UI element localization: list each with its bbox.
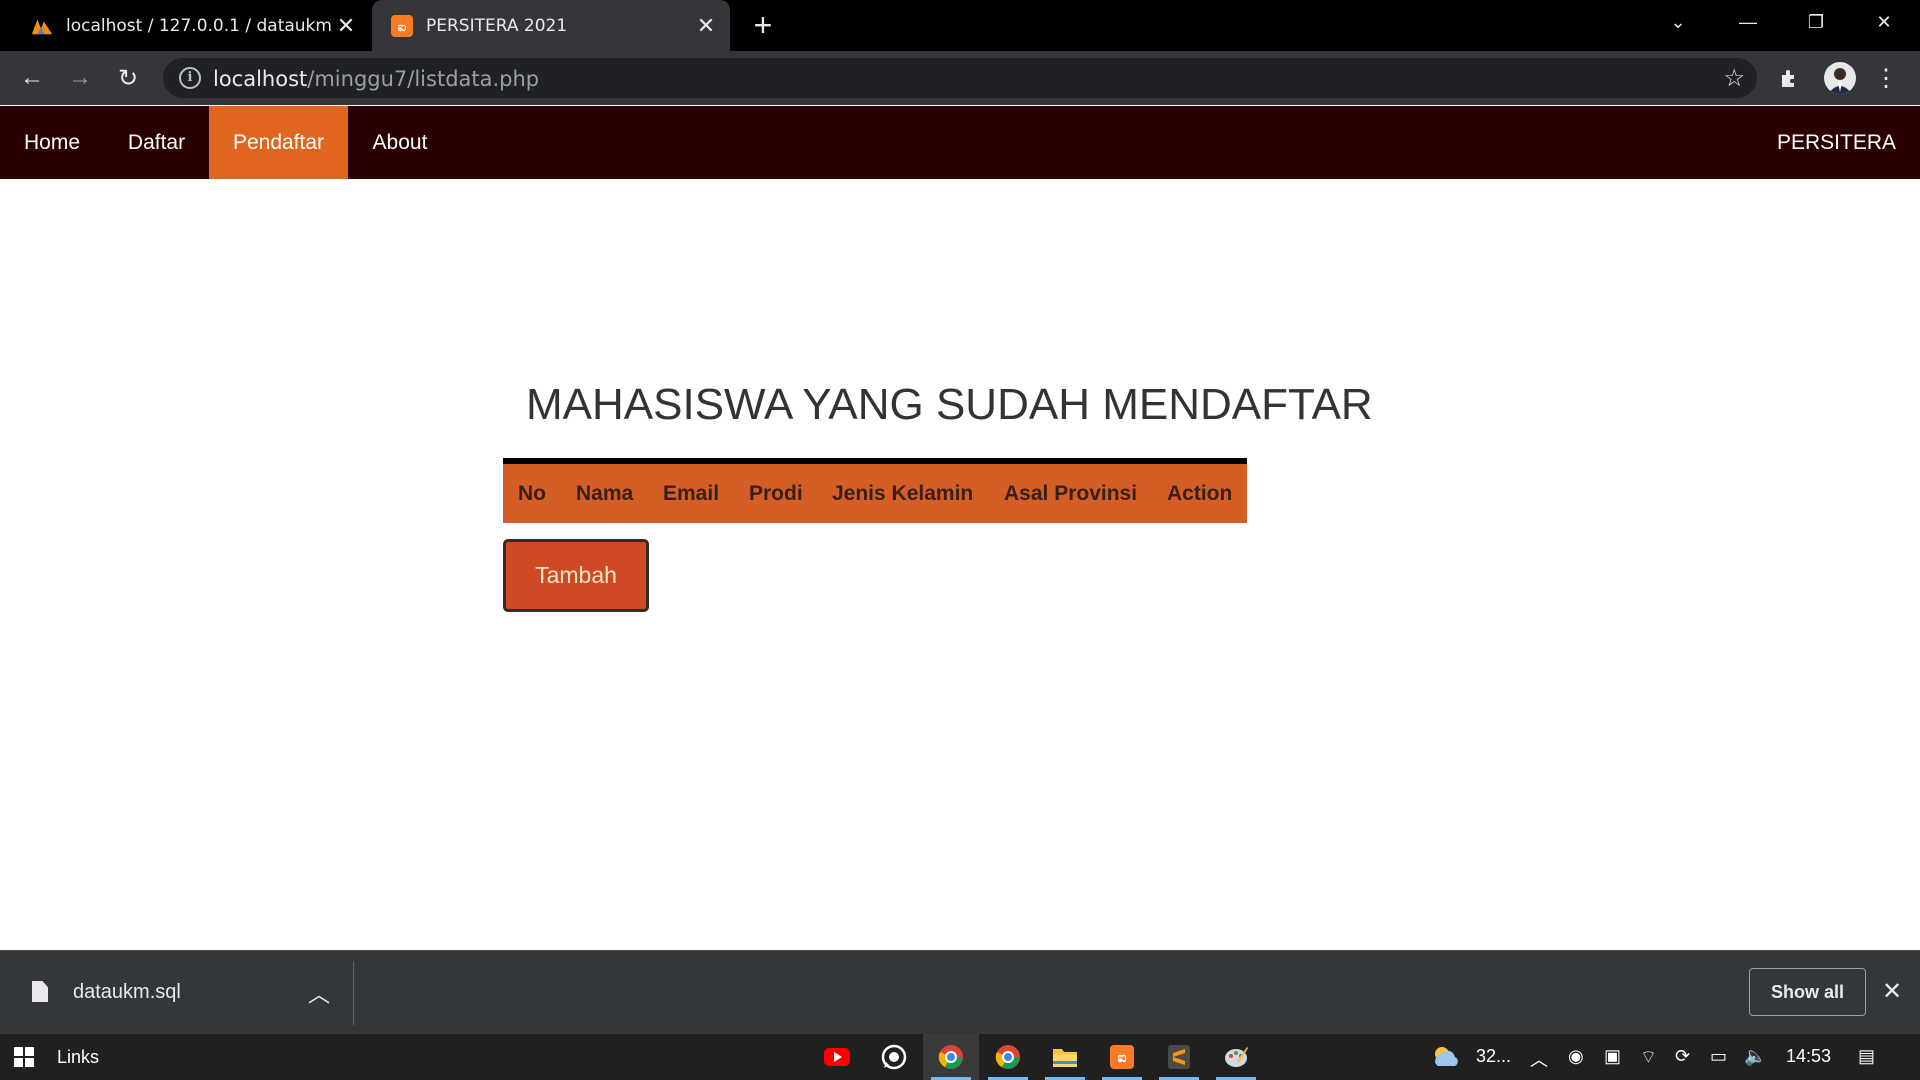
back-icon[interactable]: ← <box>14 60 50 96</box>
show-all-button[interactable]: Show all <box>1749 968 1866 1016</box>
update-icon[interactable]: ⟳ <box>1675 1046 1690 1067</box>
xampp-icon[interactable]: ಐ <box>1094 1034 1150 1080</box>
tab-phpmyadmin[interactable]: localhost / 127.0.0.1 / dataukm | ✕ <box>0 0 370 51</box>
browser-toolbar: ← → ↻ i localhost/minggu7/listdata.php ☆… <box>0 51 1920 105</box>
volume-icon[interactable]: 🔈 <box>1744 1046 1766 1067</box>
tab-title: localhost / 127.0.0.1 / dataukm | <box>66 15 334 36</box>
record-icon[interactable]: ◉ <box>1568 1046 1584 1067</box>
close-icon[interactable]: ✕ <box>694 13 718 38</box>
bookmark-star-icon[interactable]: ☆ <box>1723 64 1745 93</box>
column-header-no: No <box>518 482 546 505</box>
reload-icon[interactable]: ↻ <box>110 60 146 96</box>
nav-daftar[interactable]: Daftar <box>104 106 209 179</box>
close-icon[interactable]: ✕ <box>334 13 358 38</box>
file-icon <box>32 981 48 1002</box>
xampp-icon: ಐ <box>390 14 414 38</box>
svg-text:ಐ: ಐ <box>1117 1050 1126 1066</box>
page-title: MAHASISWA YANG SUDAH MENDAFTAR <box>526 380 1373 429</box>
close-icon[interactable]: ✕ <box>1882 977 1902 1006</box>
tab-persitera[interactable]: ಐ PERSITERA 2021 ✕ <box>372 0 730 51</box>
column-header-asal-provinsi: Asal Provinsi <box>1004 482 1138 505</box>
tab-title: PERSITERA 2021 <box>426 15 568 36</box>
shelf-divider <box>353 961 354 1025</box>
column-header-jenis-kelamin: Jenis Kelamin <box>832 482 974 505</box>
address-bar[interactable]: i localhost/minggu7/listdata.php ☆ <box>163 58 1757 98</box>
clock[interactable]: 14:53 <box>1786 1046 1831 1067</box>
paint-icon[interactable] <box>1208 1034 1264 1080</box>
sublime-text-icon[interactable] <box>1151 1034 1207 1080</box>
site-navbar: Home Daftar Pendaftar About PERSITERA <box>0 106 1920 179</box>
whatsapp-icon[interactable] <box>866 1034 922 1080</box>
wifi-icon[interactable]: ⌔ <box>1640 1046 1657 1069</box>
battery-icon[interactable]: ▭ <box>1710 1046 1727 1067</box>
nav-home[interactable]: Home <box>0 106 104 179</box>
profile-avatar[interactable] <box>1824 62 1856 94</box>
menu-kebab-icon[interactable]: ⋮ <box>1868 60 1904 96</box>
extensions-icon[interactable] <box>1772 60 1808 96</box>
weather-temperature[interactable]: 32... <box>1476 1046 1511 1067</box>
download-file-name[interactable]: dataukm.sql <box>73 981 181 1004</box>
browser-tab-bar: localhost / 127.0.0.1 / dataukm | ✕ ಐ PE… <box>0 0 1920 51</box>
chrome-icon[interactable] <box>923 1034 979 1080</box>
svg-text:ಐ: ಐ <box>398 20 407 35</box>
tab-search-icon[interactable]: ⌄ <box>1648 0 1708 44</box>
table-header-row: No Nama Email Prodi Jenis Kelamin Asal P… <box>503 464 1247 523</box>
phpmyadmin-icon <box>30 14 54 38</box>
url-text[interactable]: localhost/minggu7/listdata.php <box>213 67 539 91</box>
windows-start-icon[interactable] <box>14 1047 34 1067</box>
add-button[interactable]: Tambah <box>503 539 649 612</box>
chevron-up-icon[interactable]: ︿ <box>1530 1046 1548 1072</box>
file-explorer-icon[interactable] <box>1037 1034 1093 1080</box>
close-window-icon[interactable]: ✕ <box>1854 0 1914 44</box>
chrome-icon[interactable] <box>980 1034 1036 1080</box>
new-tab-button[interactable]: + <box>748 9 778 41</box>
forward-icon[interactable]: → <box>62 60 98 96</box>
column-header-email: Email <box>663 482 720 505</box>
column-header-nama: Nama <box>576 482 634 505</box>
nav-pendaftar[interactable]: Pendaftar <box>209 106 348 179</box>
download-shelf: dataukm.sql ︿ Show all ✕ <box>0 950 1920 1034</box>
site-brand[interactable]: PERSITERA <box>1777 106 1896 179</box>
weather-icon[interactable] <box>1430 1044 1462 1073</box>
column-header-prodi: Prodi <box>749 482 803 505</box>
windows-taskbar: Links ಐ 32... ︿ ◉ ▣ ⌔ ⟳ ▭ 🔈 14:53 ▤ <box>0 1034 1920 1080</box>
meet-now-icon[interactable]: ▣ <box>1604 1046 1621 1067</box>
notifications-icon[interactable]: ▤ <box>1858 1046 1875 1067</box>
column-header-action: Action <box>1167 482 1233 505</box>
chevron-up-icon[interactable]: ︿ <box>308 977 330 1009</box>
restore-icon[interactable]: ❐ <box>1786 0 1846 44</box>
nav-about[interactable]: About <box>348 106 452 179</box>
site-info-icon[interactable]: i <box>179 67 201 89</box>
youtube-icon[interactable] <box>809 1034 865 1080</box>
registrant-table: No Nama Email Prodi Jenis Kelamin Asal P… <box>503 458 1247 523</box>
minimize-icon[interactable]: — <box>1718 0 1778 44</box>
taskbar-links-label[interactable]: Links <box>57 1047 99 1068</box>
